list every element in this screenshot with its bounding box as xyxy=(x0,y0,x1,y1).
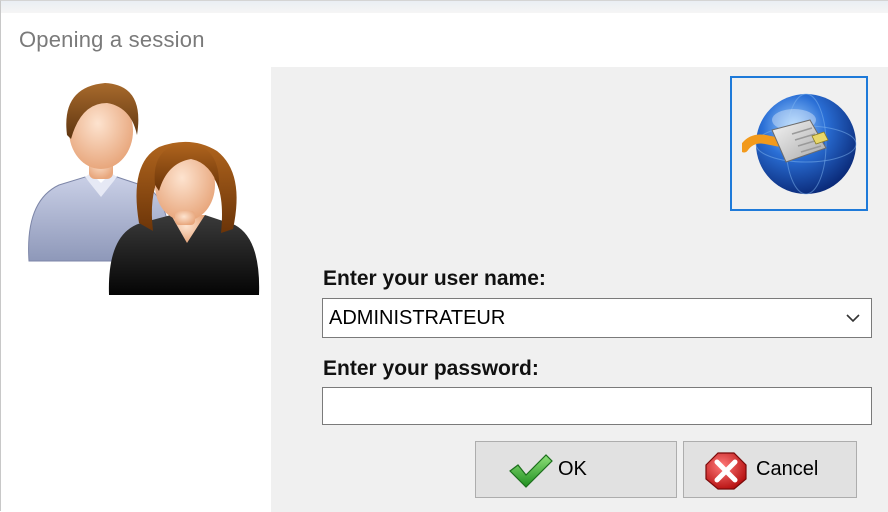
background-strip xyxy=(1,1,888,13)
ok-button[interactable]: OK xyxy=(475,441,677,498)
username-value: ADMINISTRATEUR xyxy=(329,307,506,329)
cancel-label: Cancel xyxy=(756,458,819,480)
network-globe-icon xyxy=(742,93,857,195)
network-globe-button[interactable] xyxy=(730,76,868,211)
username-label: Enter your user name: xyxy=(323,267,546,290)
checkmark-icon xyxy=(509,454,553,488)
dialog-title: Opening a session xyxy=(19,27,205,52)
chevron-down-icon[interactable] xyxy=(845,312,861,324)
password-label: Enter your password: xyxy=(323,357,539,380)
login-dialog: Opening a session Enter your user name: … xyxy=(0,0,888,512)
ok-label: OK xyxy=(558,458,587,480)
password-field[interactable] xyxy=(322,387,872,425)
cancel-button[interactable]: Cancel xyxy=(683,441,857,498)
users-icon xyxy=(28,83,260,295)
username-combobox[interactable]: ADMINISTRATEUR xyxy=(322,298,872,338)
red-x-icon xyxy=(705,452,747,490)
